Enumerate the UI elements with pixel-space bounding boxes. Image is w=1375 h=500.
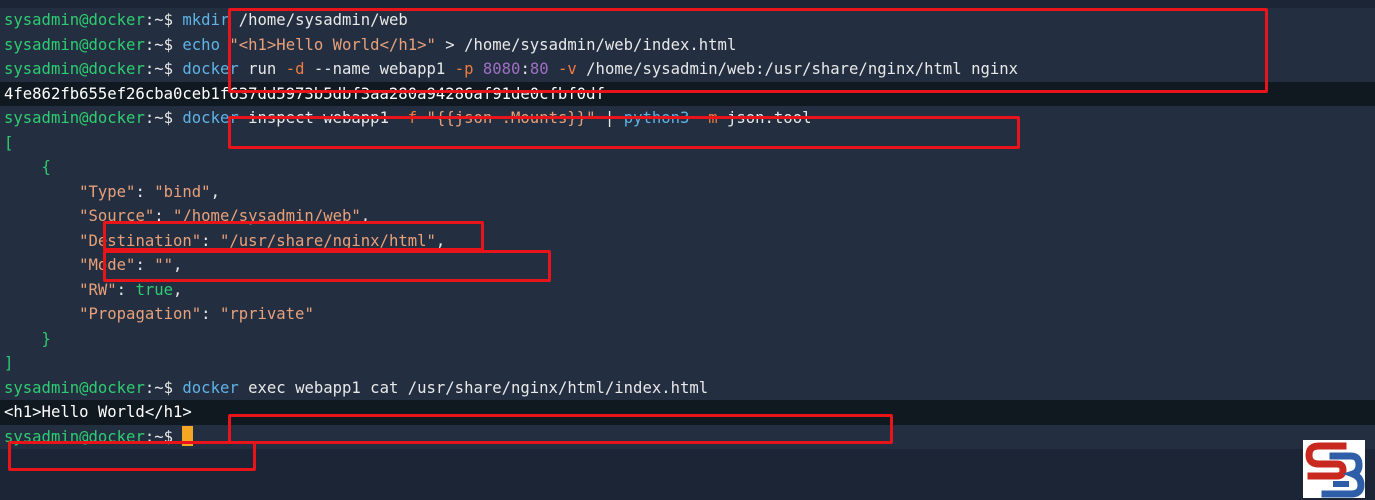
container-id: 4fe862fb655ef26cba0ceb1f637dd5973b5dbf3a… bbox=[4, 84, 605, 103]
json-key: "Type" bbox=[79, 182, 136, 201]
json-value: "/home/sysadmin/web" bbox=[173, 207, 361, 225]
port-number: 8080 bbox=[482, 60, 521, 78]
command-args: exec webapp1 cat /usr/share/nginx/html/i… bbox=[238, 378, 709, 397]
prompt: sysadmin@docker:~$ bbox=[4, 35, 183, 54]
json-value: "/usr/share/nginx/html" bbox=[219, 231, 436, 250]
command-args: > /home/sysadmin/web/index.html bbox=[435, 35, 737, 54]
prompt: sysadmin@docker:~$ bbox=[4, 109, 183, 127]
json-key: "Destination" bbox=[79, 231, 202, 250]
command-output: <h1>Hello World</h1> bbox=[4, 403, 192, 421]
json-line: "Destination": "/usr/share/nginx/html", bbox=[0, 228, 1375, 253]
prompt: sysadmin@docker:~$ bbox=[4, 60, 183, 78]
json-key: "Source" bbox=[79, 207, 155, 225]
json-line: } bbox=[0, 326, 1375, 351]
json-line: ] bbox=[0, 351, 1375, 376]
option-flag: -f bbox=[398, 109, 418, 127]
json-line: [ bbox=[0, 130, 1375, 155]
text-cursor[interactable] bbox=[182, 425, 194, 446]
json-line: "Propagation": "rprivate" bbox=[0, 302, 1375, 327]
terminal-line: sysadmin@docker:~$ echo "<h1>Hello World… bbox=[0, 32, 1375, 57]
json-key: "Mode" bbox=[79, 256, 136, 274]
prompt: sysadmin@docker:~$ bbox=[4, 378, 183, 397]
option-flag: -v bbox=[558, 60, 577, 78]
command-name: mkdir bbox=[182, 11, 230, 29]
string-arg: "{{json .Mounts}}" bbox=[426, 109, 596, 127]
json-value: "bind" bbox=[154, 182, 211, 201]
command-name: docker bbox=[182, 109, 239, 127]
terminal-window[interactable]: sysadmin@docker:~$ mkdir /home/sysadmin/… bbox=[0, 0, 1375, 500]
json-value: true bbox=[135, 280, 174, 299]
terminal-line: <h1>Hello World</h1> bbox=[0, 400, 1375, 425]
json-key: "Propagation" bbox=[79, 305, 202, 323]
command-name: echo bbox=[182, 35, 220, 54]
json-line: "RW": true, bbox=[0, 277, 1375, 302]
port-number: 80 bbox=[529, 60, 549, 78]
terminal-line: 4fe862fb655ef26cba0ceb1f637dd5973b5dbf3a… bbox=[0, 81, 1375, 106]
sb-logo-icon bbox=[1303, 440, 1365, 498]
terminal-line: sysadmin@docker:~$ docker run -d --name … bbox=[0, 57, 1375, 82]
json-line: "Type": "bind", bbox=[0, 179, 1375, 204]
option-flag: -d bbox=[285, 60, 305, 78]
string-arg: "<h1>Hello World</h1>" bbox=[229, 35, 436, 54]
command-name: python3 bbox=[623, 109, 690, 127]
option-flag: -p bbox=[454, 60, 474, 78]
terminal-line: sysadmin@docker:~$ docker exec webapp1 c… bbox=[0, 375, 1375, 400]
json-line: "Source": "/home/sysadmin/web", bbox=[0, 204, 1375, 229]
command-args: /home/sysadmin/web bbox=[229, 11, 408, 29]
command-name: docker bbox=[182, 378, 239, 397]
json-key: "RW" bbox=[79, 280, 117, 299]
terminal-line: sysadmin@docker:~$ mkdir /home/sysadmin/… bbox=[0, 8, 1375, 33]
json-line: { bbox=[0, 155, 1375, 180]
json-value: "" bbox=[154, 256, 174, 274]
command-name: docker bbox=[182, 60, 239, 78]
terminal-line[interactable]: sysadmin@docker:~$ bbox=[0, 424, 1375, 449]
prompt: sysadmin@docker:~$ bbox=[4, 11, 183, 29]
json-value: "rprivate" bbox=[219, 305, 314, 323]
terminal-line: sysadmin@docker:~$ docker inspect webapp… bbox=[0, 106, 1375, 131]
prompt: sysadmin@docker:~$ bbox=[4, 427, 183, 446]
option-flag: -m bbox=[698, 109, 718, 127]
json-line: "Mode": "", bbox=[0, 253, 1375, 278]
